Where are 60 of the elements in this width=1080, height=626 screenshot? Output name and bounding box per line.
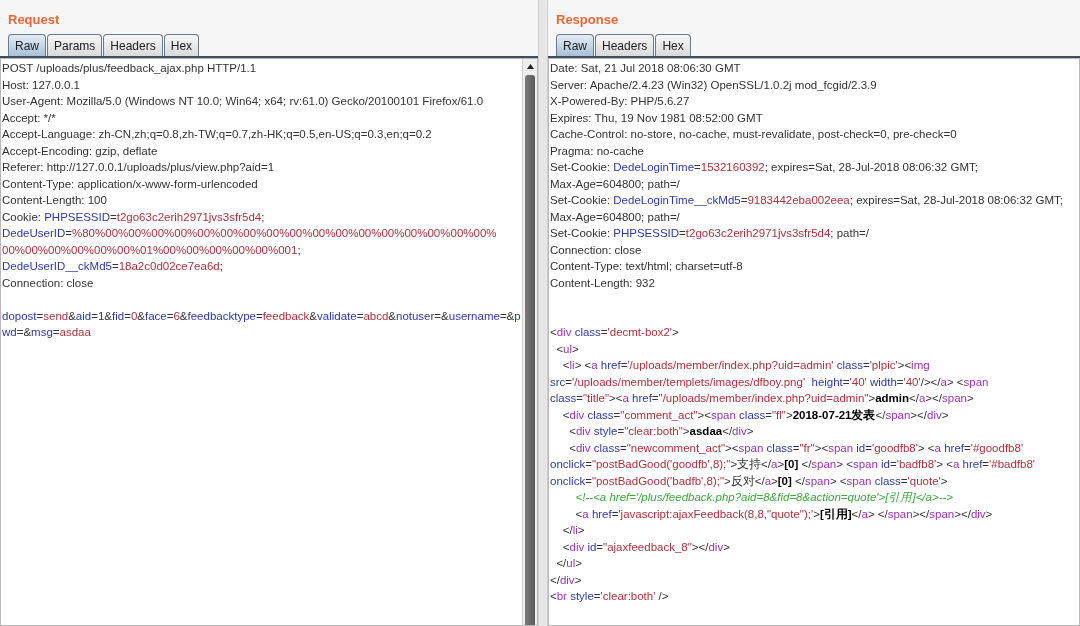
tab[interactable]: Headers (103, 34, 163, 56)
code-line: Content-Type: text/html; charset=utf-8 (550, 259, 743, 274)
code-line: <br style='clear:both' /> (550, 589, 669, 604)
tab[interactable]: Headers (595, 34, 655, 56)
code-line: </div> (550, 572, 582, 588)
code-line: Set-Cookie: PHPSESSID=t2go63c2erih2971jvs3sfr5d4; path=/ (550, 226, 869, 241)
code-line: POST /uploads/plus/feedback_ajax.php HTTP/1.1 (2, 61, 257, 76)
panel-title: Request (8, 12, 60, 27)
tab[interactable]: Hex (163, 34, 200, 56)
code-line: onclick="postBadGood('goodfb',8);">支持</a>[0] </span> <span id='badfb8'> <a href='#badfb8' (550, 457, 1036, 472)
code-line: <div class='decmt-box2'> (550, 325, 679, 340)
tab[interactable]: Raw (556, 34, 594, 56)
code-line: Max-Age=604800; path=/ (550, 176, 680, 192)
code-line: </ul> (555, 556, 582, 571)
code-line: Pragma: no-cache (550, 143, 644, 159)
tab[interactable]: Raw (8, 34, 46, 56)
code-line: class="title"><a href="/uploads/member/index.php?uid=admin">admin</a></span> (550, 391, 974, 406)
code-line: Connection: close (550, 242, 642, 258)
code-line: Content-Length: 932 (550, 275, 655, 291)
message-editor[interactable] (0, 58, 538, 626)
code-line: Cookie: PHPSESSID=t2go63c2erih2971jvs3sfr5d4; (2, 209, 265, 225)
tab[interactable]: Params (47, 34, 103, 56)
code-line: <ul> (555, 341, 579, 357)
code-line: Expires: Thu, 19 Nov 1981 08:52:00 GMT (550, 110, 763, 126)
code-line: <a href='javascript:ajaxFeedback(8,8,"quote");'>[引用]</a> </span></span></div> (574, 506, 993, 522)
code-line: Accept: */* (2, 110, 56, 126)
code-line: 00%00%00%00%00%00%01%00%00%00%00%00%001; (2, 242, 301, 258)
code-line: dopost=send&aid=1&fid=0&face=6&feedbacktype=feedback&validate=abcd&notuser=&username=&p (2, 308, 521, 324)
tab[interactable]: Hex (655, 34, 691, 56)
code-line: wd=&msg=asdaa (2, 325, 91, 340)
code-line: <div style="clear:both">asdaa</div> (568, 424, 754, 439)
code-line: Date: Sat, 21 Jul 2018 08:06:30 GMT (550, 61, 741, 76)
code-line: DedeUserID=%80%00%00%00%00%00%00%00%00%00%00%00%00%00%00%00%00%00% (2, 226, 497, 241)
code-line: Referer: http://127.0.0.1/uploads/plus/view.php?aid=1 (2, 160, 275, 175)
code-line: X-Powered-By: PHP/5.6.27 (550, 94, 690, 109)
code-line: Set-Cookie: DedeLoginTime__ckMd5=9183442eba002eea; expires=Sat, 28-Jul-2018 08:06:32 GMT; (550, 193, 1063, 208)
code-line: Host: 127.0.0.1 (2, 77, 80, 93)
code-line: Accept-Encoding: gzip, deflate (2, 143, 158, 159)
code-line: <li> <a href='/uploads/member/index.php?uid=admin' class='plpic'><img (561, 358, 930, 373)
code-line: <div class="comment_act"><span class="fl">2018-07-21发表</span></div> (561, 407, 949, 423)
code-line: <div id="ajaxfeedback_8"></div> (561, 539, 730, 555)
code-line: Max-Age=604800; path=/ (550, 209, 680, 225)
code-line: src='/uploads/member/templets/images/dfboy.png' height='40' width='40'/></a> <span (550, 374, 989, 390)
scrollbar-thumb[interactable] (525, 75, 535, 625)
code-line: User-Agent: Mozilla/5.0 (Windows NT 10.0; Win64; x64; rv:61.0) Gecko/20100101 Firefox/61.0 (2, 94, 484, 109)
code-line: onclick="postBadGood('badfb',8);">反对</a>[0] </span> <span class='quote'> (550, 473, 948, 489)
code-line: Accept-Language: zh-CN,zh;q=0.8,zh-TW;q=0.7,zh-HK;q=0.5,en-US;q=0.3,en;q=0.2 (2, 127, 432, 142)
code-line: Server: Apache/2.4.23 (Win32) OpenSSL/1.0.2j mod_fcgid/2.3.9 (550, 77, 877, 93)
code-line: DedeUserID__ckMd5=18a2c0d02ce7ea6d; (2, 259, 223, 274)
panel-title: Response (556, 12, 619, 27)
code-line: Content-Length: 100 (2, 193, 107, 208)
message-editor[interactable] (548, 58, 1080, 626)
code-line: Set-Cookie: DedeLoginTime=1532160392; expires=Sat, 28-Jul-2018 08:06:32 GMT; (550, 160, 978, 175)
scrollbar[interactable] (522, 59, 537, 625)
code-line: Connection: close (2, 275, 94, 291)
code-line: Cache-Control: no-store, no-cache, must-revalidate, post-check=0, pre-check=0 (550, 127, 957, 142)
code-line: <div class="newcomment_act"><span class="fr"><span id='goodfb8'> <a href='#goodfb8' (568, 440, 1024, 456)
code-line: <!--<a href='/plus/feedback.php?aid=8&fid=8&action=quote'>[引用]</a>--> (574, 490, 954, 505)
code-line: Content-Type: application/x-www-form-urlencoded (2, 176, 258, 192)
code-line: </li> (561, 523, 585, 538)
